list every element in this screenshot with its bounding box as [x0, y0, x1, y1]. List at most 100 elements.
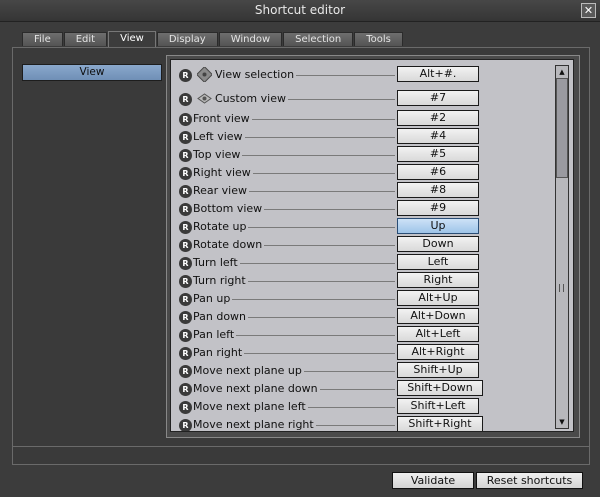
shortcut-key-button[interactable]: #4 [397, 128, 479, 144]
shortcut-key-button[interactable]: Shift+Right [397, 416, 483, 431]
shortcut-label: Turn left [193, 256, 238, 269]
shortcut-row: R Turn left Left [171, 254, 551, 272]
shortcut-key-button[interactable]: #5 [397, 146, 479, 162]
shortcut-key-button[interactable]: Up [397, 218, 479, 234]
custom-view-icon [197, 91, 212, 106]
shortcut-row: R Bottom view #9 [171, 200, 551, 218]
tab-file[interactable]: File [22, 32, 63, 46]
shortcut-row: R Pan right Alt+Right [171, 344, 551, 362]
reset-shortcut-icon[interactable]: R [179, 239, 192, 252]
reset-shortcut-icon[interactable]: R [179, 311, 192, 324]
tab-tools[interactable]: Tools [354, 32, 403, 46]
shortcut-row: R Custom view #7 [171, 90, 551, 108]
tab-display[interactable]: Display [156, 32, 218, 46]
shortcut-label: Turn right [193, 274, 246, 287]
reset-shortcut-icon[interactable]: R [179, 257, 192, 270]
shortcut-label: Pan left [193, 328, 235, 341]
validate-button[interactable]: Validate [392, 472, 474, 489]
leader-line [232, 299, 395, 300]
reset-shortcuts-button[interactable]: Reset shortcuts [476, 472, 583, 489]
shortcut-row: R Left view #4 [171, 128, 551, 146]
shortcut-label: Bottom view [193, 202, 263, 215]
shortcut-row: R View selection Alt+#. [171, 66, 551, 84]
shortcut-row: R Move next plane left Shift+Left [171, 398, 551, 416]
shortcut-label: Rotate down [193, 238, 263, 251]
shortcut-key-button[interactable]: Shift+Down [397, 380, 483, 396]
shortcut-row: R Rotate down Down [171, 236, 551, 254]
shortcut-key-button[interactable]: Alt+Left [397, 326, 479, 342]
reset-shortcut-icon[interactable]: R [179, 131, 192, 144]
shortcut-key-button[interactable]: Down [397, 236, 479, 252]
reset-shortcut-icon[interactable]: R [179, 365, 192, 378]
scroll-down-arrow-icon[interactable]: ▼ [556, 416, 568, 428]
reset-shortcut-icon[interactable]: R [179, 419, 192, 431]
tab-view[interactable]: View [108, 31, 156, 47]
shortcut-row: R Rotate up Up [171, 218, 551, 236]
shortcut-key-button[interactable]: Alt+Right [397, 344, 479, 360]
reset-shortcut-icon[interactable]: R [179, 69, 192, 82]
title-bar: Shortcut editor ✕ [0, 0, 600, 22]
shortcut-key-button[interactable]: Right [397, 272, 479, 288]
shortcut-row: R Turn right Right [171, 272, 551, 290]
shortcut-key-button[interactable]: #2 [397, 110, 479, 126]
shortcut-label: Rotate up [193, 220, 247, 233]
shortcut-key-button[interactable]: Left [397, 254, 479, 270]
shortcut-key-button[interactable]: Alt+Down [397, 308, 479, 324]
shortcut-row: R Pan left Alt+Left [171, 326, 551, 344]
scroll-grip-icon [559, 284, 564, 292]
shortcut-key-button[interactable]: #9 [397, 200, 479, 216]
tab-selection[interactable]: Selection [283, 32, 354, 46]
shortcut-label: Top view [193, 148, 241, 161]
reset-shortcut-icon[interactable]: R [179, 167, 192, 180]
panel-divider [12, 446, 590, 447]
reset-shortcut-icon[interactable]: R [179, 293, 192, 306]
tab-edit[interactable]: Edit [63, 32, 108, 46]
shortcut-key-button[interactable]: #8 [397, 182, 479, 198]
reset-shortcut-icon[interactable]: R [179, 383, 192, 396]
leader-line [236, 335, 395, 336]
reset-shortcut-icon[interactable]: R [179, 221, 192, 234]
shortcut-label: Move next plane down [193, 382, 318, 395]
reset-shortcut-icon[interactable]: R [179, 113, 192, 126]
shortcut-row: R Move next plane right Shift+Right [171, 416, 551, 431]
leader-line [264, 245, 395, 246]
tab-bar: File Edit View Display Window Selection … [22, 31, 404, 47]
reset-shortcut-icon[interactable]: R [179, 275, 192, 288]
reset-shortcut-icon[interactable]: R [179, 185, 192, 198]
shortcut-label: Front view [193, 112, 250, 125]
reset-shortcut-icon[interactable]: R [179, 329, 192, 342]
window-title: Shortcut editor [254, 3, 346, 17]
shortcut-key-button[interactable]: #7 [397, 90, 479, 106]
leader-line [253, 173, 395, 174]
shortcut-label: View selection [215, 68, 295, 81]
shortcut-label: Right view [193, 166, 251, 179]
tab-window[interactable]: Window [218, 32, 283, 46]
shortcut-key-button[interactable]: #6 [397, 164, 479, 180]
shortcut-key-button[interactable]: Alt+Up [397, 290, 479, 306]
reset-shortcut-icon[interactable]: R [179, 401, 192, 414]
reset-shortcut-icon[interactable]: R [179, 149, 192, 162]
leader-line [288, 99, 395, 100]
leader-line [296, 75, 395, 76]
category-view-button[interactable]: View [22, 64, 162, 81]
shortcut-row: R Move next plane up Shift+Up [171, 362, 551, 380]
shortcut-key-button[interactable]: Shift+Up [397, 362, 479, 378]
reset-shortcut-icon[interactable]: R [179, 203, 192, 216]
reset-shortcut-icon[interactable]: R [179, 347, 192, 360]
shortcut-label: Move next plane up [193, 364, 302, 377]
shortcut-label: Left view [193, 130, 243, 143]
shortcut-key-button[interactable]: Shift+Left [397, 398, 479, 414]
close-button[interactable]: ✕ [581, 3, 596, 18]
leader-line [308, 407, 395, 408]
shortcut-key-button[interactable]: Alt+#. [397, 66, 479, 82]
scroll-up-arrow-icon[interactable]: ▲ [556, 66, 568, 78]
shortcut-label: Rear view [193, 184, 248, 197]
reset-shortcut-icon[interactable]: R [179, 93, 192, 106]
shortcut-row: R Top view #5 [171, 146, 551, 164]
scroll-thumb[interactable] [556, 78, 568, 178]
leader-line [245, 137, 395, 138]
leader-line [248, 281, 395, 282]
shortcut-label: Move next plane right [193, 418, 314, 431]
leader-line [242, 155, 395, 156]
vertical-scrollbar[interactable]: ▲ ▼ [555, 65, 569, 429]
